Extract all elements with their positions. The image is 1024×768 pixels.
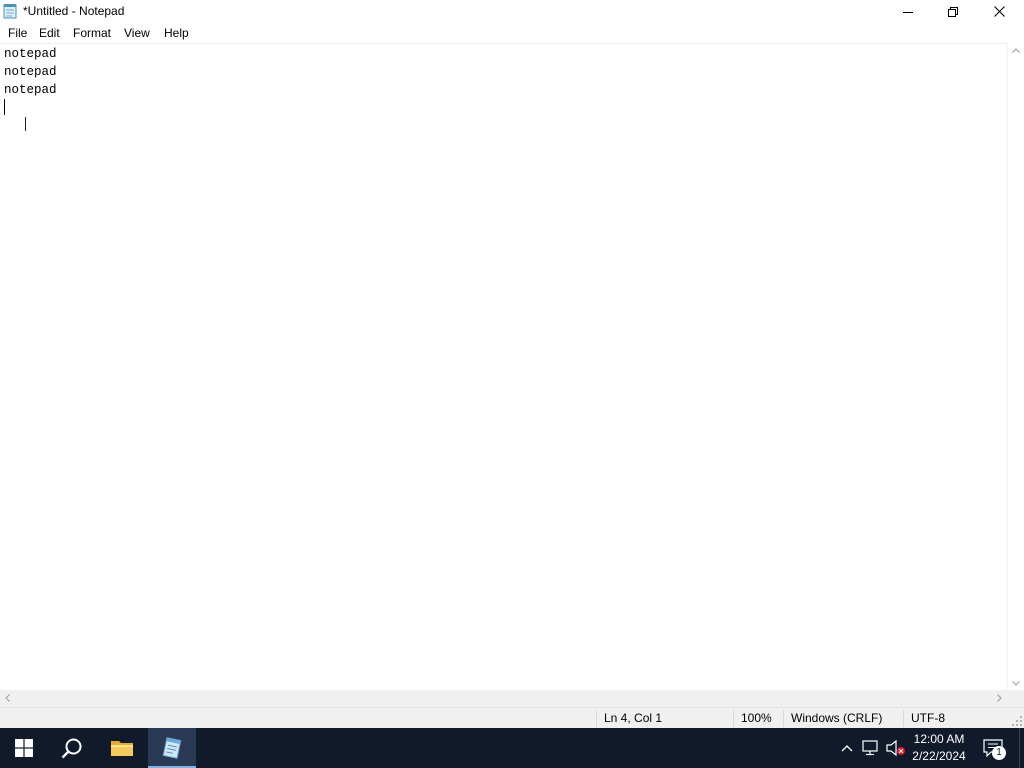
vertical-scrollbar[interactable] [1007,43,1024,690]
menu-view[interactable]: View [124,26,150,40]
ibeam-cursor-icon [25,117,26,131]
text-editor[interactable]: notepad notepad notepad [0,43,1007,690]
menu-edit[interactable]: Edit [39,26,60,40]
editor-line: notepad [4,47,57,61]
windows-start-icon [15,739,33,757]
resize-grip-icon[interactable] [1012,716,1022,726]
scroll-down-arrow-icon[interactable] [1012,681,1020,686]
action-center-button[interactable]: 1 [978,728,1008,768]
notepad-app-icon [3,3,17,19]
volume-tray[interactable] [884,728,908,768]
network-tray[interactable] [860,728,882,768]
status-bar: Ln 4, Col 1 100% Windows (CRLF) UTF-8 [0,707,1024,728]
start-button[interactable] [0,728,48,768]
clock-date: 2/22/2024 [912,749,966,763]
minimize-button[interactable] [885,0,931,23]
editor-line: notepad [4,65,57,79]
taskbar: 12:00 AM 2/22/2024 1 [0,728,1024,768]
search-icon [61,738,82,759]
zoom-level: 100% [741,711,772,725]
menu-help[interactable]: Help [164,26,189,40]
close-icon [993,6,1005,17]
show-desktop-button[interactable] [1019,728,1024,768]
scroll-up-arrow-icon[interactable] [1012,48,1020,53]
menu-file[interactable]: File [8,26,27,40]
chevron-up-icon [841,745,853,752]
show-hidden-icons-button[interactable] [836,728,858,768]
file-encoding: UTF-8 [911,711,945,725]
window-title: *Untitled - Notepad [23,4,125,18]
horizontal-scrollbar[interactable] [0,690,1007,707]
file-explorer-icon [111,741,133,756]
menu-format[interactable]: Format [73,26,111,40]
scrollbar-corner [1007,690,1024,707]
notepad-icon [162,737,182,759]
minimize-icon [903,11,913,13]
text-caret [4,99,5,115]
scroll-right-arrow-icon[interactable] [997,694,1002,702]
cursor-position: Ln 4, Col 1 [604,711,663,725]
taskbar-file-explorer[interactable] [98,728,146,768]
title-bar[interactable]: *Untitled - Notepad [0,0,1024,23]
close-button[interactable] [976,0,1022,23]
menu-bar: File Edit Format View Help [0,23,1024,42]
restore-icon [948,6,958,17]
notification-count-badge: 1 [992,746,1006,760]
taskbar-clock[interactable]: 12:00 AM 2/22/2024 [906,731,972,765]
network-icon [862,740,878,756]
status-divider [903,710,904,727]
status-divider [596,710,597,727]
editor-content[interactable]: notepad notepad notepad [4,45,57,117]
taskbar-notepad[interactable] [148,728,196,768]
search-button[interactable] [48,728,96,768]
clock-time: 12:00 AM [913,732,965,746]
scroll-left-arrow-icon[interactable] [5,694,10,702]
line-ending: Windows (CRLF) [791,711,883,725]
restore-button[interactable] [930,0,976,23]
status-divider [733,710,734,727]
volume-muted-icon [886,740,905,756]
editor-line: notepad [4,83,57,97]
status-divider [783,710,784,727]
